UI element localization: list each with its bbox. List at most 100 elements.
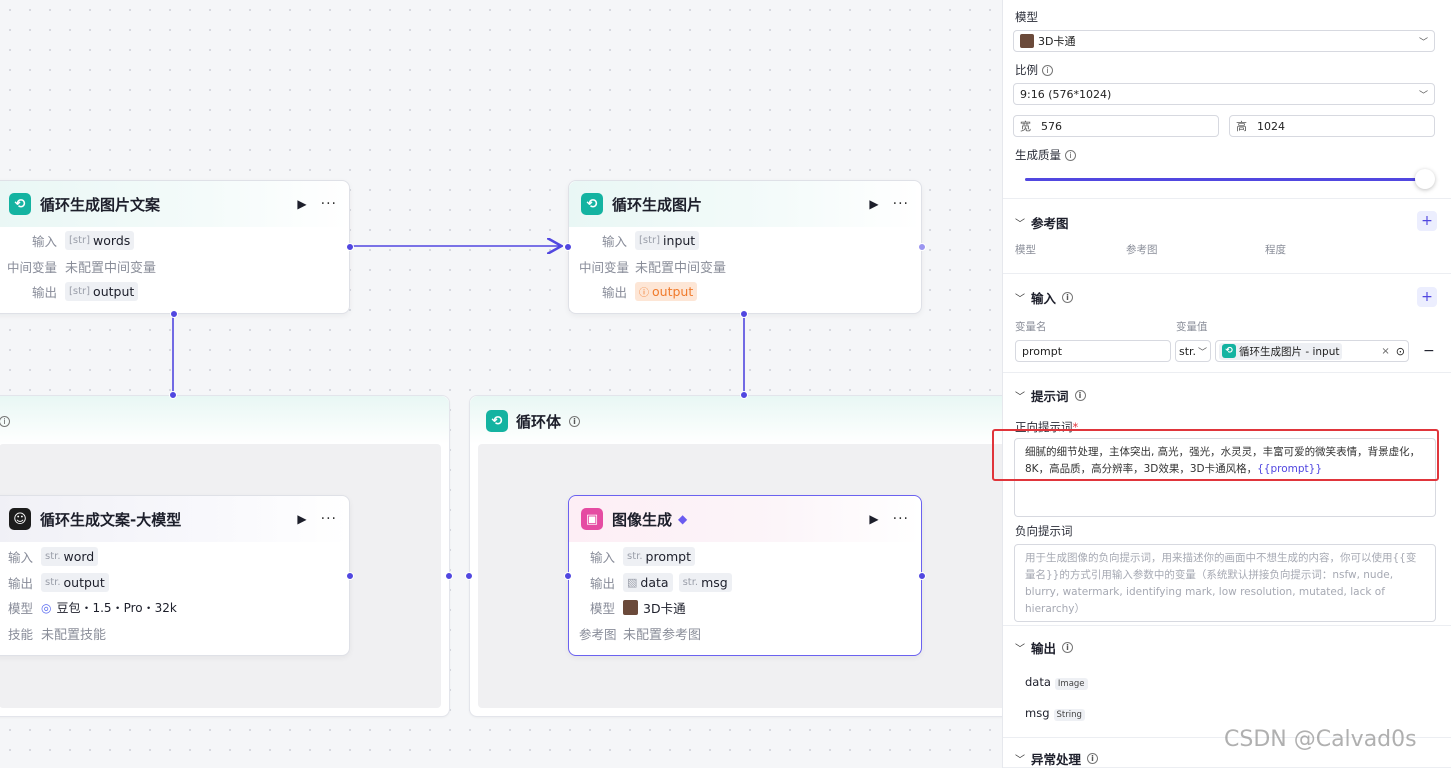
remove-var-button[interactable]: − bbox=[1423, 343, 1435, 359]
play-icon[interactable]: ▶ bbox=[297, 197, 306, 211]
output-item: msg String bbox=[1025, 706, 1439, 721]
input-label: 输入 bbox=[601, 234, 627, 250]
model-label: 模型 bbox=[7, 601, 33, 617]
ratio-select[interactable]: 9:16 (576*1024) ﹀ bbox=[1013, 83, 1435, 105]
output-port[interactable] bbox=[918, 572, 926, 580]
negative-prompt-textarea[interactable]: 用于生成图像的负向提示词，用来描述你的画面中不想生成的内容，你可以使用{{变量名… bbox=[1014, 544, 1436, 622]
input-label: 输入 bbox=[31, 234, 57, 250]
play-icon[interactable]: ▶ bbox=[869, 197, 878, 211]
more-icon[interactable]: ··· bbox=[893, 511, 909, 527]
mid-value: 未配置中间变量 bbox=[635, 260, 727, 276]
target-icon[interactable]: ⊙ bbox=[1396, 345, 1405, 358]
play-icon[interactable]: ▶ bbox=[297, 512, 306, 526]
node-loop-image[interactable]: ⟲ 循环生成图片 ▶ ··· 输入 [str] input 中间变量 未配置中间变量 … bbox=[564, 180, 926, 318]
height-input[interactable]: 高 1024 bbox=[1229, 115, 1435, 137]
var-value-label: 变量值 bbox=[1176, 321, 1208, 333]
loop-port[interactable] bbox=[170, 310, 178, 318]
info-icon[interactable]: i bbox=[1062, 292, 1074, 303]
var-ref-field[interactable]: ⟲ 循环生成图片 - input × ⊙ bbox=[1215, 340, 1409, 362]
output-var-tag: [str] output bbox=[65, 282, 139, 302]
quality-slider-fill bbox=[1025, 178, 1425, 181]
quality-slider-handle[interactable] bbox=[1415, 169, 1435, 189]
output-section-title: 输出 bbox=[1031, 641, 1057, 656]
node-image-gen[interactable]: ▣ 图像生成 ◆ ▶ ··· 输入 str. prompt 输出 ▧ data str. m… bbox=[564, 495, 926, 656]
mid-label: 中间变量 bbox=[6, 259, 57, 275]
var-name-input[interactable]: prompt bbox=[1015, 340, 1171, 362]
ratio-label: 比例 bbox=[1015, 63, 1038, 77]
chevron-down-icon[interactable]: ﹀ bbox=[1015, 290, 1025, 305]
group-top-port-left[interactable] bbox=[169, 391, 177, 399]
highlight-annotation bbox=[992, 429, 1439, 481]
info-icon[interactable]: i bbox=[1062, 642, 1074, 653]
play-icon[interactable]: ▶ bbox=[869, 512, 878, 526]
width-input[interactable]: 宽 576 bbox=[1013, 115, 1219, 137]
negative-prompt-label: 负向提示词 bbox=[1015, 524, 1073, 538]
output-port[interactable] bbox=[346, 243, 354, 251]
input-section-title: 输入 bbox=[1031, 291, 1057, 306]
output-msg-tag: str. msg bbox=[678, 572, 732, 592]
info-icon[interactable]: i bbox=[1087, 753, 1099, 764]
ref-col-image: 参考图 bbox=[1126, 244, 1158, 256]
quality-slider[interactable] bbox=[1025, 168, 1435, 190]
output-port[interactable] bbox=[346, 572, 354, 580]
premium-diamond-icon: ◆ bbox=[678, 512, 688, 526]
more-icon[interactable]: ··· bbox=[321, 511, 337, 527]
input-var-tag: str. word bbox=[41, 547, 99, 567]
skill-value: 未配置技能 bbox=[41, 627, 107, 643]
ref-col-strength: 程度 bbox=[1265, 244, 1286, 256]
chevron-down-icon[interactable]: ﹀ bbox=[1015, 751, 1025, 766]
chevron-down-icon[interactable]: ﹀ bbox=[1015, 215, 1025, 230]
ref-section-title: 参考图 bbox=[1031, 216, 1069, 231]
node-llm[interactable]: ☺ 循环生成文案-大模型 ▶ ··· 输入 str. word 输出 str. outp… bbox=[0, 495, 354, 656]
output-var-tag-warning: ⓘ output bbox=[635, 282, 698, 302]
ref-value: 未配置参考图 bbox=[623, 627, 702, 643]
input-var-tag: str. prompt bbox=[623, 547, 695, 567]
node-loop-text[interactable]: ⟲ 循环生成图片文案 ▶ ··· 输入 [str] words 中间变量 未配置中间变… bbox=[0, 180, 354, 318]
model-value: 豆包・1.5・Pro・32k bbox=[56, 601, 177, 616]
node-title: 循环生成图片 bbox=[612, 195, 703, 214]
add-input-button[interactable]: + bbox=[1417, 287, 1437, 307]
mid-value: 未配置中间变量 bbox=[65, 260, 157, 276]
model-select[interactable]: 3D卡通 ﹀ bbox=[1013, 30, 1435, 52]
image-gen-icon: ▣ bbox=[581, 508, 603, 530]
info-icon[interactable]: i bbox=[569, 415, 581, 427]
loop-icon: ⟲ bbox=[581, 193, 603, 215]
output-port[interactable] bbox=[918, 243, 926, 251]
settings-panel: 模型 3D卡通 ﹀ 比例 i 9:16 (576*1024) ﹀ 宽 576 高 10… bbox=[1002, 0, 1451, 768]
doubao-icon: ◎ bbox=[41, 600, 52, 615]
input-var-tag: [str] input bbox=[635, 231, 700, 251]
info-icon[interactable]: i bbox=[1074, 390, 1086, 401]
group-input-port[interactable] bbox=[465, 572, 473, 580]
chevron-down-icon[interactable]: ﹀ bbox=[1015, 640, 1025, 655]
add-ref-button[interactable]: + bbox=[1417, 211, 1437, 231]
node-title: 图像生成 bbox=[612, 510, 673, 529]
info-icon[interactable]: i bbox=[1065, 149, 1076, 161]
chevron-down-icon[interactable]: ﹀ bbox=[1015, 388, 1025, 403]
more-icon[interactable]: ··· bbox=[321, 196, 337, 212]
warning-icon: ⓘ bbox=[639, 288, 649, 300]
input-label: 输入 bbox=[7, 550, 33, 566]
mid-label: 中间变量 bbox=[579, 259, 630, 275]
input-label: 输入 bbox=[589, 550, 615, 566]
input-port[interactable] bbox=[564, 243, 572, 251]
loop-body-title: 循环体 bbox=[516, 412, 562, 431]
workflow-canvas[interactable]: i ⟲ 循环体 i ⟲ 循环生成图片文案 ▶ ··· 输入 [str] words … bbox=[0, 0, 1002, 768]
output-var-tag: str. output bbox=[41, 572, 109, 592]
llm-icon: ☺ bbox=[9, 508, 31, 530]
var-type-select[interactable]: str. ﹀ bbox=[1175, 340, 1211, 362]
model-label: 模型 bbox=[1015, 10, 1038, 24]
ref-col-model: 模型 bbox=[1015, 244, 1036, 256]
group-top-port-right[interactable] bbox=[740, 391, 748, 399]
info-icon[interactable]: i bbox=[1042, 64, 1053, 76]
more-icon[interactable]: ··· bbox=[893, 196, 909, 212]
loop-port[interactable] bbox=[740, 310, 748, 318]
group-output-port[interactable] bbox=[445, 572, 453, 580]
output-label: 输出 bbox=[7, 575, 33, 591]
model-value: 3D卡通 bbox=[643, 601, 686, 617]
model-label: 模型 bbox=[589, 601, 615, 617]
output-label: 输出 bbox=[31, 285, 57, 301]
error-section-title: 异常处理 bbox=[1031, 752, 1082, 767]
clear-icon[interactable]: × bbox=[1381, 346, 1389, 357]
output-label: 输出 bbox=[589, 575, 615, 591]
input-port[interactable] bbox=[564, 572, 572, 580]
